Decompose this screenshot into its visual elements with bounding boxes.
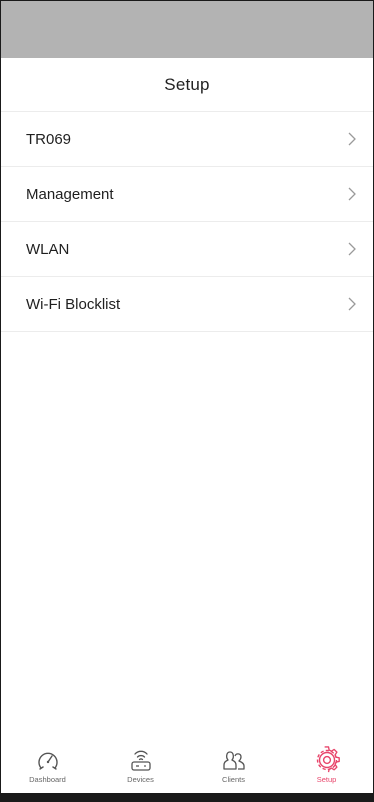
clients-people-icon (220, 747, 248, 773)
setup-menu-list: TR069 Management WLAN Wi-Fi Blocklist (1, 112, 373, 332)
menu-item-tr069[interactable]: TR069 (1, 112, 373, 167)
gear-icon (313, 746, 341, 773)
tab-devices[interactable]: Devices (94, 737, 187, 793)
app-screen: Setup TR069 Management WLAN Wi-Fi Blockl… (0, 0, 374, 802)
menu-item-label: TR069 (26, 130, 72, 148)
menu-item-management[interactable]: Management (1, 167, 373, 222)
tab-dashboard[interactable]: Dashboard (1, 737, 94, 793)
chevron-right-icon (345, 132, 359, 146)
router-wifi-icon (127, 747, 155, 773)
page-header: Setup (1, 58, 373, 112)
tab-setup[interactable]: Setup (280, 737, 373, 793)
chevron-right-icon (345, 187, 359, 201)
bottom-tab-bar: Dashboard Devices Clients Setup (1, 737, 373, 793)
menu-item-wlan[interactable]: WLAN (1, 222, 373, 277)
chevron-right-icon (345, 242, 359, 256)
chevron-right-icon (345, 297, 359, 311)
tab-label: Setup (316, 775, 337, 784)
tab-label: Clients (222, 775, 245, 784)
menu-item-label: WLAN (26, 240, 70, 258)
page-title: Setup (164, 74, 210, 94)
system-navigation-bar (1, 793, 373, 801)
tab-clients[interactable]: Clients (187, 737, 280, 793)
status-bar (1, 1, 373, 58)
tab-label: Devices (127, 775, 154, 784)
menu-item-wifi-blocklist[interactable]: Wi-Fi Blocklist (1, 277, 373, 332)
menu-item-label: Wi-Fi Blocklist (26, 295, 121, 313)
dashboard-gauge-icon (34, 747, 62, 773)
menu-item-label: Management (26, 185, 114, 203)
tab-label: Dashboard (29, 775, 66, 784)
